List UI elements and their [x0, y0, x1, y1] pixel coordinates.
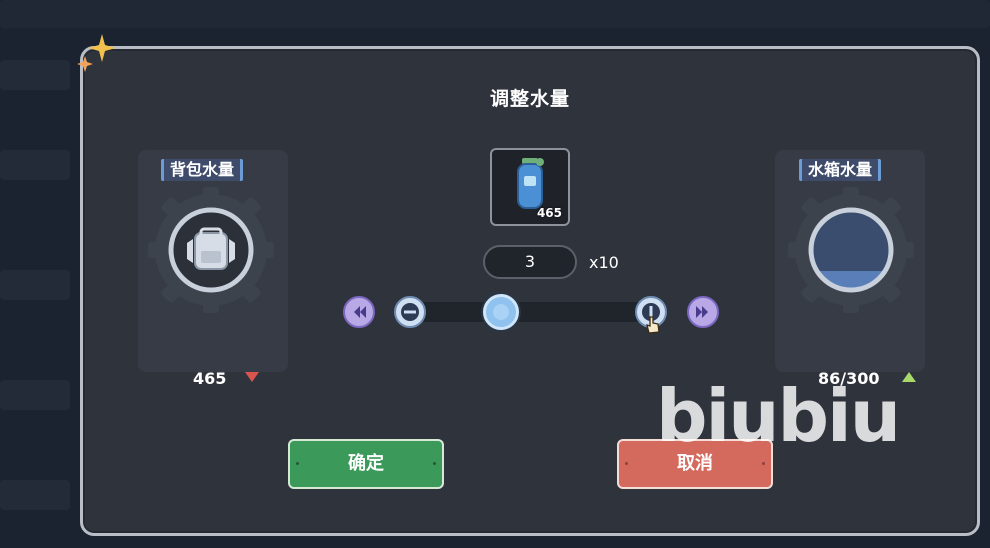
- background-strip: [0, 380, 70, 410]
- item-slot: 465: [490, 148, 570, 226]
- tank-gear: [788, 187, 914, 313]
- minus-icon: [401, 303, 419, 321]
- backpack-water-value: 465: [193, 369, 227, 388]
- max-button[interactable]: [687, 296, 719, 328]
- sparkle-icon: [77, 34, 116, 72]
- double-chevron-right-icon: [696, 306, 708, 318]
- tank-water-label: 水箱水量: [799, 159, 882, 181]
- confirm-label: 确定: [348, 453, 384, 474]
- trend-up-icon: [902, 372, 916, 382]
- background-strip: [0, 480, 70, 510]
- background-strip: [0, 0, 990, 28]
- double-chevron-left-icon: [354, 306, 366, 318]
- backpack-icon: [187, 227, 235, 270]
- decrease-button[interactable]: [394, 296, 426, 328]
- water-bottle-icon: [517, 158, 544, 209]
- trend-down-icon: [245, 372, 259, 382]
- item-count: 465: [536, 206, 562, 220]
- background-strip: [0, 270, 70, 300]
- watermark-logo: biubiu: [656, 374, 901, 458]
- min-button[interactable]: [343, 296, 375, 328]
- quantity-slider[interactable]: [410, 302, 655, 322]
- background-strip: [0, 150, 70, 180]
- confirm-button[interactable]: 确定: [288, 439, 444, 489]
- decor-dot: [433, 462, 436, 465]
- slider-thumb[interactable]: [482, 294, 519, 330]
- hand-cursor-icon: [646, 316, 660, 334]
- backpack-water-label: 背包水量: [161, 159, 244, 181]
- quantity-multiplier: x10: [589, 253, 619, 272]
- quantity-input[interactable]: 3: [483, 245, 577, 279]
- decor-dot: [625, 462, 628, 465]
- decor-dot: [762, 462, 765, 465]
- decor-dot: [296, 462, 299, 465]
- dialog-title: 调整水量: [489, 88, 570, 110]
